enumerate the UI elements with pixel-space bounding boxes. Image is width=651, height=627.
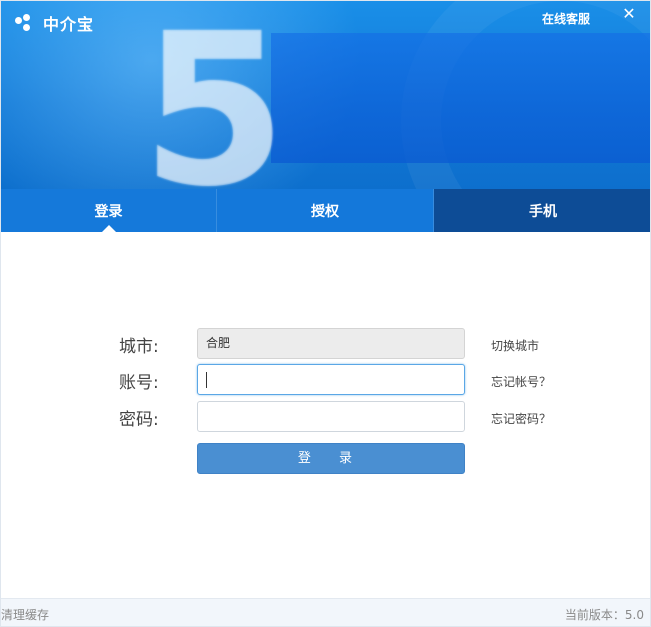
login-button[interactable]: 登 录	[197, 443, 465, 474]
forgot-account-link[interactable]: 忘记帐号？	[491, 373, 551, 390]
tab-mobile[interactable]: 手机	[434, 189, 650, 232]
text-cursor	[206, 372, 207, 388]
close-icon[interactable]: ✕	[617, 3, 641, 25]
password-input[interactable]	[197, 401, 465, 432]
tab-bar: 登录 授权 手机	[1, 189, 650, 233]
forgot-password-link[interactable]: 忘记密码？	[491, 410, 551, 427]
banner-stripe	[271, 33, 650, 163]
tab-mobile-label: 手机	[529, 203, 557, 220]
header-banner: 5 中介宝 在线客服 ✕	[1, 1, 650, 190]
tab-authorize[interactable]: 授权	[217, 189, 434, 232]
tab-login[interactable]: 登录	[1, 189, 217, 233]
status-footer: 清理缓存 当前版本：5.0	[1, 598, 650, 626]
login-window: 5 中介宝 在线客服 ✕ 登录 授权 手机 城市: 合肥 切换城市 账号: 忘记…	[0, 0, 651, 627]
online-support-link[interactable]: 在线客服	[542, 10, 590, 27]
switch-city-link[interactable]: 切换城市	[491, 337, 539, 354]
account-input[interactable]	[197, 364, 465, 395]
password-label: 密码:	[119, 410, 159, 430]
clear-cache-link[interactable]: 清理缓存	[1, 606, 49, 623]
tab-login-label: 登录	[94, 203, 123, 220]
city-label: 城市:	[119, 337, 159, 357]
tab-authorize-label: 授权	[311, 203, 339, 220]
logo-icon	[15, 14, 37, 32]
version-label: 当前版本：5.0	[564, 608, 644, 622]
account-label: 账号:	[119, 373, 159, 393]
city-field: 合肥	[197, 328, 465, 359]
city-value: 合肥	[206, 336, 231, 350]
app-name: 中介宝	[43, 15, 95, 34]
app-logo: 中介宝	[15, 11, 94, 35]
banner-version-numeral: 5	[141, 1, 288, 190]
active-tab-indicator	[100, 225, 117, 233]
